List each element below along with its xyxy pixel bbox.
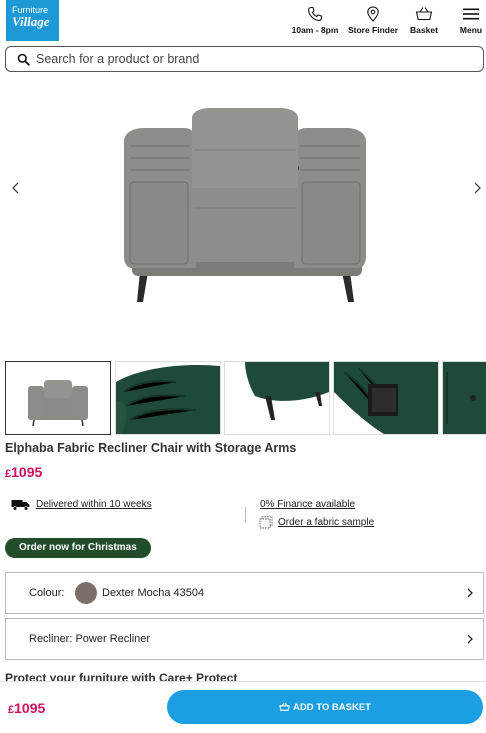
sticky-price: £1095	[8, 700, 45, 716]
chevron-right-icon[interactable]	[469, 180, 485, 196]
thumbnail-4[interactable]	[333, 361, 439, 435]
thumbnail-image	[225, 362, 329, 434]
colour-label: Colour:	[29, 587, 65, 599]
menu-label: Menu	[459, 25, 483, 35]
colour-selector[interactable]: Colour: Dexter Mocha 43504	[5, 572, 484, 614]
sticky-price-amount: 1095	[14, 700, 46, 716]
chevron-right-icon	[467, 588, 473, 598]
opening-hours-link[interactable]: 10am - 8pm	[289, 6, 341, 35]
colour-value: Dexter Mocha 43504	[102, 587, 205, 599]
thumbnail-1[interactable]	[5, 361, 111, 435]
chevron-left-icon[interactable]	[8, 180, 24, 196]
chevron-right-icon	[467, 634, 473, 644]
search-input[interactable]	[36, 50, 466, 68]
product-main-image	[124, 108, 366, 302]
finance-link[interactable]: 0% Finance available	[260, 499, 355, 510]
delivery-info-link[interactable]: Delivered within 10 weeks	[36, 499, 152, 510]
thumbnail-image	[116, 362, 220, 434]
product-image-carousel	[0, 82, 486, 350]
basket-icon	[415, 7, 433, 21]
search-bar[interactable]	[5, 46, 484, 72]
sticky-add-to-basket-bar: £1095 ADD TO BASKET	[0, 681, 486, 733]
recliner-selector[interactable]: Recliner: Power Recliner	[5, 618, 484, 660]
truck-icon	[11, 500, 30, 511]
menu-icon	[463, 8, 479, 20]
store-finder-link[interactable]: Store Finder	[346, 6, 400, 35]
thumbnail-2[interactable]	[115, 361, 221, 435]
logo-line-2: Village	[12, 14, 50, 29]
info-divider	[245, 507, 246, 523]
location-pin-icon	[367, 6, 379, 22]
thumbnail-3[interactable]	[224, 361, 330, 435]
menu-button[interactable]: Menu	[456, 6, 486, 35]
basket-icon	[279, 702, 290, 711]
price-amount: 1095	[11, 464, 43, 480]
thumbnail-image	[443, 362, 486, 434]
furniture-village-logo[interactable]: Furniture Village	[6, 0, 59, 41]
product-price: £1095	[5, 464, 42, 480]
product-title: Elphaba Fabric Recliner Chair with Stora…	[5, 441, 297, 455]
thumbnail-strip	[5, 361, 486, 437]
fabric-sample-icon	[259, 516, 273, 529]
basket-link[interactable]: Basket	[406, 6, 442, 35]
search-icon	[17, 53, 30, 66]
basket-label: Basket	[410, 25, 438, 35]
thumbnail-image	[28, 380, 88, 427]
add-to-basket-button[interactable]: ADD TO BASKET	[167, 690, 483, 724]
add-to-basket-label: ADD TO BASKET	[293, 701, 371, 713]
recliner-label: Recliner: Power Recliner	[29, 633, 151, 645]
colour-swatch	[75, 582, 97, 604]
fabric-sample-link[interactable]: Order a fabric sample	[278, 517, 374, 528]
thumbnail-5[interactable]	[442, 361, 486, 435]
store-finder-label: Store Finder	[347, 25, 399, 35]
christmas-badge: Order now for Christmas	[5, 538, 151, 558]
site-header: Furniture Village 10am - 8pm Store Finde…	[0, 0, 486, 44]
hours-label: 10am - 8pm	[291, 25, 339, 35]
phone-icon	[307, 6, 323, 22]
thumbnail-image	[334, 362, 438, 434]
